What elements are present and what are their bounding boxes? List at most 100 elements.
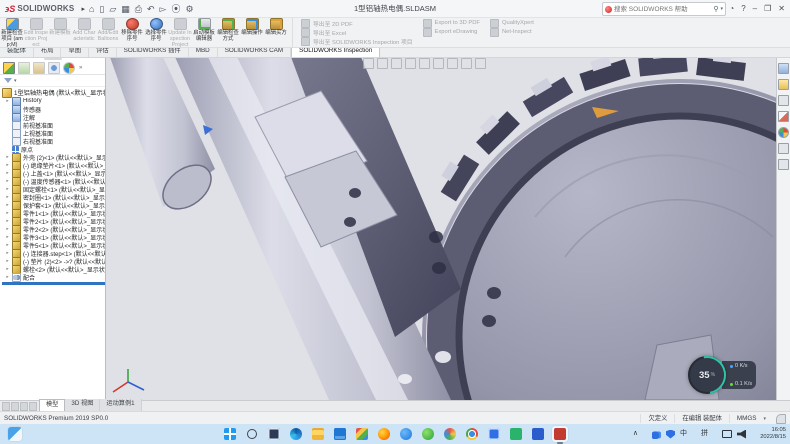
expand-arrow-icon[interactable]: ▸ [5, 258, 10, 264]
appearances-icon[interactable] [778, 127, 789, 138]
launch-template-editor[interactable]: 启动模板编辑器 [192, 17, 216, 47]
search-icon[interactable]: ⚲ [713, 5, 718, 13]
zoom-fit-icon[interactable] [363, 58, 374, 69]
minimize-icon[interactable]: – [753, 4, 757, 13]
open-doc-icon[interactable]: ▱ [109, 4, 116, 14]
taskbar-app[interactable] [398, 426, 414, 442]
tree-item[interactable]: ▸ 配合 [2, 273, 105, 281]
tree-item[interactable]: 传感器 [2, 105, 105, 113]
tree-item[interactable]: 前视基准面 [2, 121, 105, 129]
export-menu-item[interactable]: 导出至 Excel [301, 28, 413, 36]
edit-inspection-project[interactable]: Edit Inspection Project [24, 17, 48, 47]
taskbar-app[interactable] [332, 426, 348, 442]
section-view-icon[interactable] [405, 58, 416, 69]
tree-item[interactable]: 上视基准面 [2, 129, 105, 137]
graphics-viewport[interactable] [105, 57, 777, 400]
propertymanager-tab-icon[interactable] [18, 62, 30, 74]
expand-arrow-icon[interactable]: ▸ [5, 218, 10, 224]
expand-arrow-icon[interactable]: ▸ [5, 234, 10, 240]
add-characteristic[interactable]: Add Characteristic [72, 17, 96, 47]
update-inspection-project[interactable]: Update Inspection Project [168, 17, 192, 47]
export-menu-item[interactable]: Export to 3D PDF [423, 19, 480, 27]
expand-arrow-icon[interactable]: ▸ [5, 178, 10, 184]
unit-caret-icon[interactable]: ▾ [763, 416, 772, 422]
configurationmanager-tab-icon[interactable] [33, 62, 45, 74]
search-input[interactable] [614, 4, 711, 14]
file-explorer-icon[interactable] [778, 95, 789, 106]
search-caret-icon[interactable]: ▾ [720, 6, 723, 12]
expand-arrow-icon[interactable]: ▸ [5, 186, 10, 192]
taskbar-app[interactable] [508, 426, 524, 442]
restore-icon[interactable]: ❐ [764, 4, 771, 13]
view-settings-icon[interactable] [475, 58, 486, 69]
taskbar-app[interactable] [464, 426, 480, 442]
expand-arrow-icon[interactable]: ▸ [5, 266, 10, 272]
expand-arrow-icon[interactable]: ▸ [5, 170, 10, 176]
taskbar-app[interactable] [310, 426, 326, 442]
search-box[interactable]: ⚲ ▾ [602, 2, 726, 16]
document-tab[interactable]: 运动算例1 [100, 399, 141, 411]
tab-overflow-icon[interactable]: » [79, 65, 82, 71]
dimxpertmanager-tab-icon[interactable] [48, 62, 60, 74]
assembly-root-node[interactable]: 1型铝轴热电偶 (默认<默认_显示状态-1 [2, 88, 105, 97]
tree-item[interactable]: 注解 [2, 113, 105, 121]
export-menu-item[interactable]: Net-Inspect [490, 28, 534, 36]
export-menu-item[interactable]: 导出至 SOLIDWORKS Inspection 项目 [301, 37, 413, 45]
display-style-icon[interactable] [433, 58, 444, 69]
edit-operations[interactable]: 编辑操作 [240, 17, 264, 47]
taskbar-app[interactable] [266, 426, 282, 442]
new-template[interactable]: 新建模板 [48, 17, 72, 47]
expand-arrow-icon[interactable]: ▸ [5, 202, 10, 208]
close-icon[interactable]: ✕ [778, 4, 785, 13]
expand-arrow-icon[interactable]: ▸ [5, 98, 10, 104]
expand-arrow-icon[interactable]: ▸ [5, 210, 10, 216]
save-icon[interactable]: ▦ [121, 4, 130, 14]
select-cursor-icon[interactable]: ▻ [160, 4, 167, 14]
taskbar-app[interactable] [486, 426, 502, 442]
taskbar-app[interactable] [420, 426, 436, 442]
taskbar-app[interactable] [244, 426, 260, 442]
tree-item[interactable]: 右视基准面 [2, 137, 105, 145]
hide-show-items-icon[interactable] [447, 58, 458, 69]
add-edit-balloons[interactable]: Add/Edit Balloons [96, 17, 120, 47]
view-orientation-icon[interactable] [419, 58, 430, 69]
taskbar-app[interactable] [530, 426, 546, 442]
expand-arrow-icon[interactable]: ▸ [5, 154, 10, 160]
filter-caret-icon[interactable]: ▾ [14, 78, 17, 84]
taskbar-clock[interactable]: 16:05 2022/8/15 [760, 427, 786, 441]
tree-item[interactable]: ▸ History [2, 97, 105, 105]
taskbar-app[interactable] [288, 426, 304, 442]
taskbar-app[interactable] [552, 426, 568, 442]
featuremanager-tab-icon[interactable] [3, 62, 15, 74]
home-icon[interactable]: ⌂ [89, 4, 94, 14]
remove-balloons[interactable]: 移除零件序号 [120, 17, 144, 47]
custom-properties-icon[interactable] [778, 143, 789, 154]
edit-inspection-methods[interactable]: 编辑检查方式 [216, 17, 240, 47]
tree-item[interactable]: ▸ 螺栓<2> (默认<<默认>_显示状态 [2, 265, 105, 273]
expand-arrow-icon[interactable]: ▸ [5, 194, 10, 200]
forum-icon[interactable] [778, 159, 789, 170]
export-menu-item[interactable]: Export eDrawing [423, 28, 480, 36]
unit-system[interactable]: MMGS [729, 414, 764, 423]
edit-customers[interactable]: 编辑买方 [264, 17, 288, 47]
expand-arrow-icon[interactable]: ▸ [5, 274, 10, 280]
expand-arrow-icon[interactable]: ▸ [5, 162, 10, 168]
print-icon[interactable]: ⎙ [135, 4, 142, 14]
expand-arrow-icon[interactable]: ▸ [5, 226, 10, 232]
document-tab[interactable]: 3D 视图 [65, 399, 100, 411]
design-library-icon[interactable] [778, 79, 789, 90]
filter-funnel-icon[interactable] [4, 78, 12, 83]
solidworks-resources-icon[interactable] [778, 63, 789, 74]
view-palette-icon[interactable] [778, 111, 789, 122]
export-menu-item[interactable]: QualityXpert [490, 19, 534, 27]
options-gear-icon[interactable]: ⚙ [185, 4, 193, 14]
taskbar-app[interactable] [354, 426, 370, 442]
expand-arrow-icon[interactable]: ▸ [5, 250, 10, 256]
new-doc-icon[interactable]: ▯ [99, 4, 104, 14]
select-balloons[interactable]: 选择零件序号 [144, 17, 168, 47]
expand-arrow-icon[interactable]: ▸ [5, 242, 10, 248]
taskbar-app[interactable] [222, 426, 238, 442]
undo-icon[interactable]: ↶ [147, 4, 155, 14]
taskbar-app[interactable] [376, 426, 392, 442]
help-icon[interactable]: ? [741, 4, 745, 13]
